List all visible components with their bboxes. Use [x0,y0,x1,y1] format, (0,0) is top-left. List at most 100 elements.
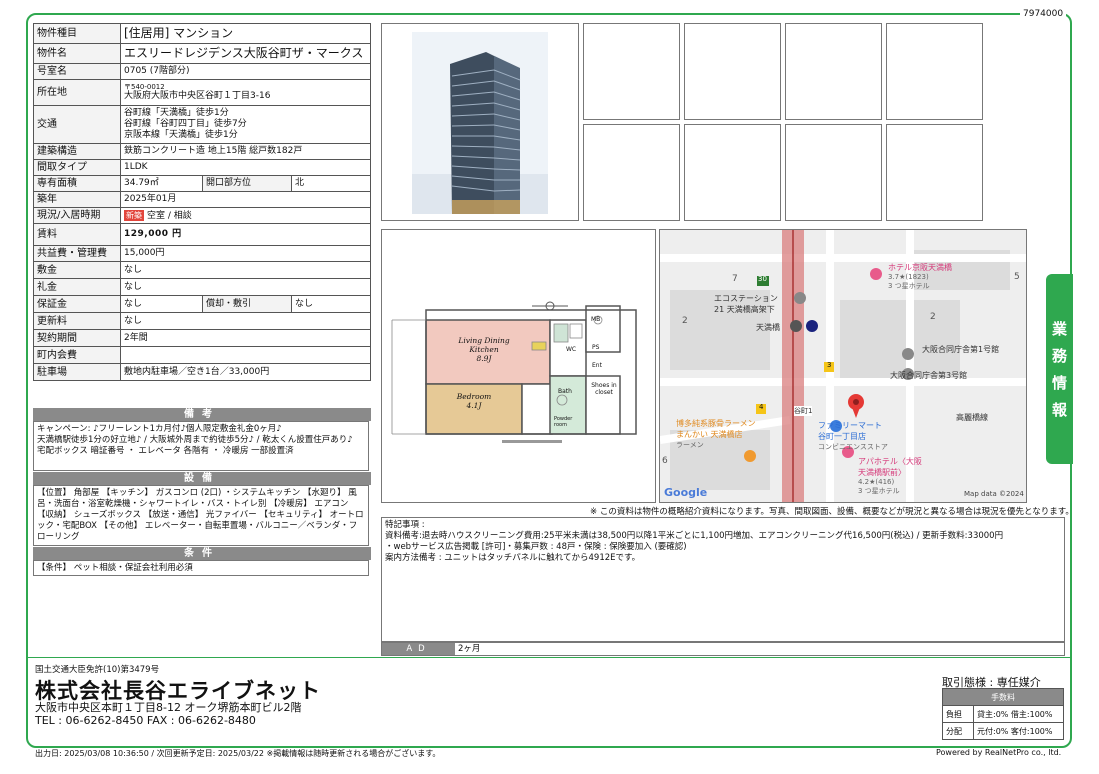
ad-label: AD [382,643,455,655]
spec-label: 礼金 [33,278,121,296]
document-id: 7974000 [1020,9,1067,19]
notes-title: 特記事項 : [385,520,425,530]
property-spec-table: 物件種目 [住居用] マンション 物件名 エスリードレジデンス大阪谷町ザ・マーク… [33,23,371,381]
side-tab-char: 報 [1051,401,1067,419]
ad-row: AD 2ヶ月 [381,642,1065,656]
ent-label: Ent [592,362,602,369]
spec-label: 賃料 [33,223,121,246]
parking: 敷地内駐車場／空き1台／33,000円 [120,363,371,381]
spec-label: 償却・敷引 [202,295,292,313]
equipment-header: 設備 [33,472,371,485]
status-cell: 新築 空室 / 相談 [120,207,371,224]
output-timestamp: 出力日: 2025/03/08 10:36:50 / 次回更新予定日: 2025… [35,749,441,758]
spec-label: 敷金 [33,261,121,279]
floor-plan-drawing [391,301,637,443]
fee-table: 手数料 負担 貸主:0% 借主:100% 分配 元付:0% 客付:100% [942,688,1064,740]
structure: 鉄筋コンクリート造 地上15階 総戸数182戸 [120,143,371,160]
spec-label: 間取タイプ [33,159,121,176]
map-block-5: 5 [1014,272,1020,282]
map-roads [660,230,1026,502]
ad-value: 2ヶ月 [458,644,481,654]
amortization: なし [291,295,371,313]
google-logo: Google [664,486,708,499]
map-label-hotel-keihan: ホテル京阪天満橋 3.7★(1823) 3 つ星ホテル [888,263,952,290]
fee-value: 貸主:0% 借主:100% [973,705,1064,723]
room-number: 0705 (7階部分) [120,63,371,80]
ldk-label: Living Dining Kitchen [458,336,510,354]
spec-label: 所在地 [33,79,121,106]
contract-period: 2年間 [120,329,371,347]
location-map[interactable]: 30 3 4 7 2 2 5 6 エコステーション 21 天満橋高架下 天満橋 ホ… [659,229,1027,503]
route-30-badge: 30 [758,275,767,283]
rent: 129,000 円 [120,223,371,246]
spec-label: 号室名 [33,63,121,80]
map-label-ecostation: エコステーション 21 天満橋高架下 [714,294,778,314]
equipment-body: 【位置】 角部屋 【キッチン】 ガスコンロ (2口) ・システムキッチン 【水廻… [33,485,369,546]
map-label-koraibashi: 高麗橋線 [956,413,988,422]
layout-type: 1LDK [120,159,371,176]
photo-placeholder [684,23,781,120]
town-fee [120,346,371,364]
spec-label: 現況/入居時期 [33,207,121,224]
map-label-gov1: 大阪合同庁舎第1号館 [922,345,1000,354]
photo-placeholder [583,124,680,221]
footer-divider [26,657,1072,658]
bedroom-label: Bedroom [456,392,492,401]
conditions-header: 条件 [33,547,371,560]
mb-label: MB [591,316,601,323]
business-info-tab[interactable]: 業 務 情 報 [1046,274,1073,464]
special-notes: 特記事項 : 資料備考:退去時ハウスクリーニング費用:25平米未満は38,500… [381,517,1065,642]
deposit: なし [120,261,371,279]
side-tab-char: 務 [1051,347,1067,365]
notes-line: ・webサービス広告掲載 [許可]・募集戸数 : 48戸・保険 : 保険要加入 … [385,542,687,552]
company-license: 国土交通大臣免許(10)第3479号 [35,665,160,675]
remarks-body: キャンペーン: ♪フリーレント1カ月付♪個人限定敷金礼金0ヶ月♪ 天満橋駅徒歩1… [33,421,369,471]
transit-cell: 谷町線「天満橋」徒歩1分 谷町線「谷町四丁目」徒歩7分 京阪本線「天満橋」徒歩1… [120,105,371,144]
transit-line: 谷町線「天満橋」徒歩1分 [124,108,229,118]
status-value: 空室 / 相談 [147,210,192,221]
transit-line: 谷町線「谷町四丁目」徒歩7分 [124,119,247,129]
map-block-2: 2 [682,316,688,326]
company-phone: TEL : 06-6262-8450 FAX : 06-6262-8480 [35,714,256,727]
remarks-header: 備考 [33,408,371,421]
photo-placeholder [684,124,781,221]
spec-label: 築年 [33,191,121,208]
map-label-tenmabashi: 天満橋 [756,323,780,332]
powder-label: Powder room [554,416,573,428]
security-deposit: なし [120,295,203,313]
notes-line: 案内方法備考 : ユニットはタッチパネルに触れてから4912Eです。 [385,553,641,563]
renewal-fee: なし [120,312,371,330]
property-name: エスリードレジデンス大阪谷町ザ・マークス [120,43,371,64]
spec-label: 開口部方位 [202,175,292,192]
spec-label: 物件名 [33,43,121,64]
conditions-body: 【条件】 ペット相談・保証会社利用必須 [33,560,369,576]
fee-header: 手数料 [942,688,1064,706]
map-label-ramen: 博多純系豚骨ラーメン まんかい 天満橋店 ラーメン [676,419,756,449]
photo-placeholder [785,124,882,221]
spec-label: 駐車場 [33,363,121,381]
room-bedroom: Bedroom 4.1J [449,392,499,410]
spec-label: 保証金 [33,295,121,313]
new-badge: 新築 [124,209,144,221]
property-type: [住居用] マンション [120,23,371,44]
key-money: なし [120,278,371,296]
shoes-label: Shoes in closet [591,382,617,396]
wc-label: WC [566,346,577,353]
map-label-gov3: 大阪合同庁舎第3号館 [890,371,968,380]
building-photo [381,23,579,221]
spec-label: 専有面積 [33,175,121,192]
built-date: 2025年01月 [120,191,371,208]
bath-label: Bath [558,388,572,395]
map-block-2: 2 [930,312,936,322]
photo-placeholder [886,23,983,120]
ps-label: PS [592,344,600,351]
spec-label: 交通 [33,105,121,144]
spec-label: 契約期間 [33,329,121,347]
fee-label: 負担 [942,705,974,723]
map-block-7: 7 [732,274,738,284]
side-tab-char: 業 [1051,320,1067,338]
room-ldk: Living Dining Kitchen 8.9J [449,336,519,363]
disclaimer: ※ この資料は物件の概略紹介資料になります。写真、間取図面、設備、概要などが現況… [590,507,1074,517]
side-tab-char: 情 [1051,374,1067,392]
map-label-tanimachi1: 谷町1 [794,406,813,416]
